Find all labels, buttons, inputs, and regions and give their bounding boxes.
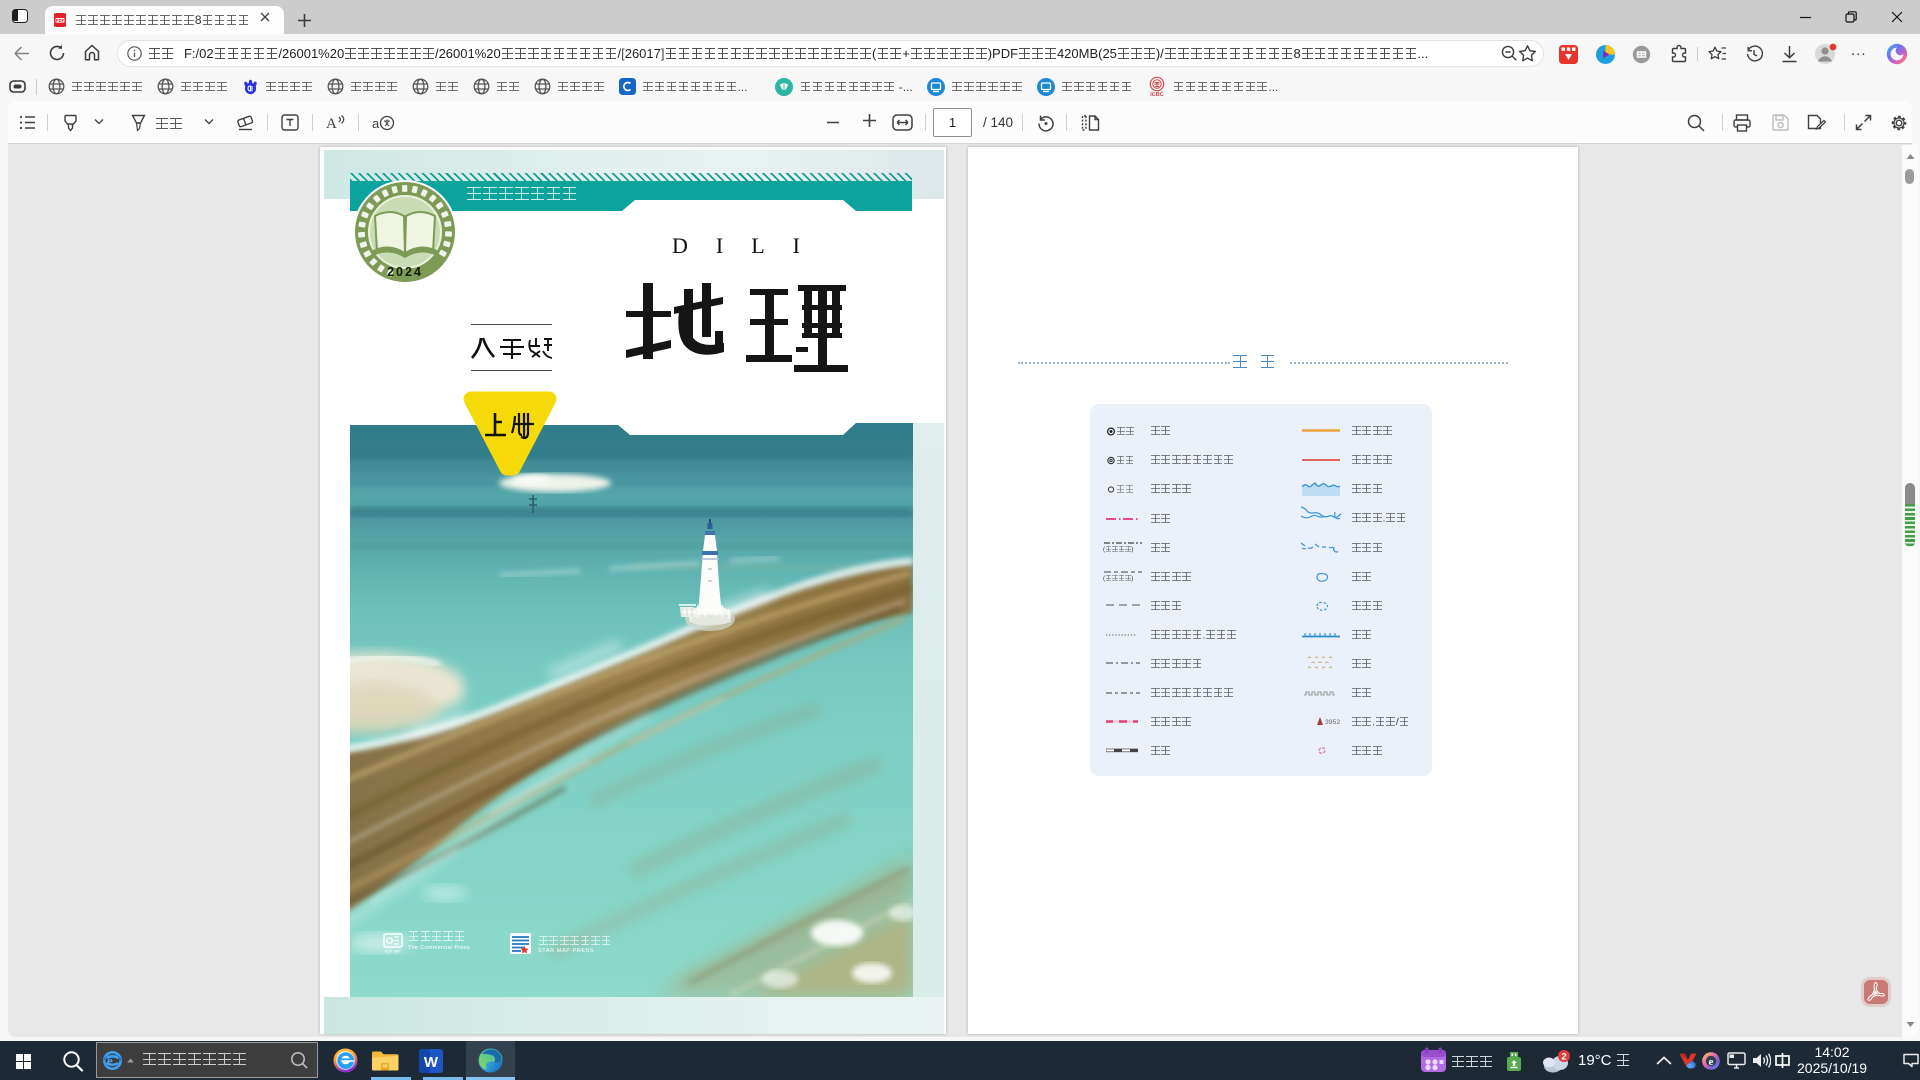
svg-text:ICBC: ICBC: [1150, 92, 1163, 98]
svg-text:e: e: [1709, 1056, 1714, 1068]
svg-text:BCP 1897: BCP 1897: [385, 950, 401, 954]
svg-text:W: W: [424, 1054, 439, 1071]
svg-text:PDF: PDF: [56, 18, 65, 23]
svg-text:A: A: [326, 116, 337, 132]
svg-text:2: 2: [1561, 1052, 1566, 1063]
svg-text:e: e: [107, 1053, 113, 1068]
svg-text:a: a: [372, 116, 380, 131]
svg-text:2024: 2024: [387, 265, 423, 279]
svg-text:3952: 3952: [1325, 719, 1340, 726]
